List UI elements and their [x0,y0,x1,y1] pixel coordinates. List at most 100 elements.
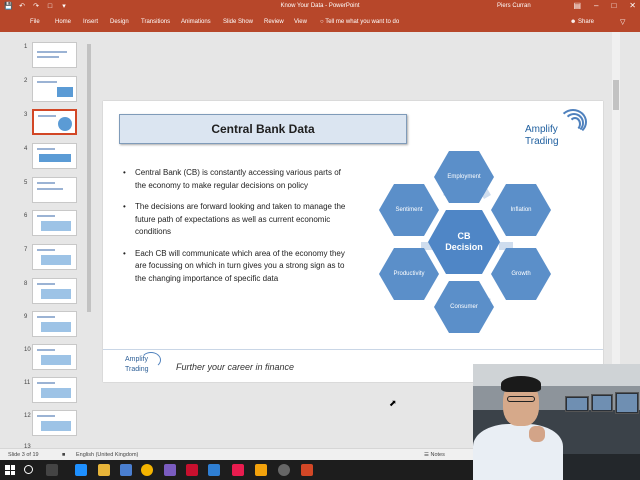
thumb-text-line [37,283,55,285]
hexagon-label: Productivity [393,271,425,277]
bullet-list[interactable]: Central Bank (CB) is constantly accessin… [123,167,353,294]
store-icon[interactable] [120,464,132,476]
bullet-item: The decisions are forward looking and ta… [123,201,353,239]
notes-button[interactable]: ☰ Notes [424,452,445,458]
minimize-icon[interactable]: – [594,1,598,10]
bullet-item: Each CB will communicate which area of t… [123,248,353,286]
notes-label: Notes [430,452,445,458]
chrome-icon[interactable] [141,464,153,476]
thumbnail-number: 3 [24,112,28,118]
app-icon[interactable] [164,464,176,476]
thumbnail-number: 4 [24,146,28,152]
logo-line1: Amplify [525,124,558,135]
search-icon[interactable] [24,465,33,474]
thumbnail-scrollbar-thumb[interactable] [87,44,91,312]
thumb-graphic [41,322,71,332]
thumb-text-line [37,249,55,251]
thumbnail-number: 1 [24,44,28,50]
app-icon[interactable] [208,464,220,476]
hexagon-cb-decision: CB Decision [428,210,500,274]
close-icon[interactable]: ✕ [629,1,636,10]
thumb-graphic [57,87,73,97]
slide-thumbnail-2[interactable] [32,76,77,102]
thumb-graphic [41,355,71,365]
slide-thumbnail-8[interactable] [32,278,77,304]
hexagon-label: Consumer [450,304,478,310]
presenter-hand [529,426,545,442]
tab-home[interactable]: Home [55,19,71,25]
slide-canvas[interactable]: Central Bank Data Amplify Trading Centra… [103,101,603,382]
cb-label-line2: Decision [445,242,483,252]
thumb-text-line [37,81,57,83]
app-icon[interactable] [186,464,198,476]
share-label: Share [577,19,594,25]
slide-thumbnail-10[interactable] [32,344,77,370]
windows-start-icon[interactable] [5,465,15,475]
tab-insert[interactable]: Insert [83,19,98,25]
thumb-text-line [37,56,59,58]
tab-file[interactable]: File [30,19,40,25]
slide-title[interactable]: Central Bank Data [119,114,407,144]
thumb-text-line [37,415,55,417]
footer-logo: Amplify Trading [125,355,148,375]
tell-me-box[interactable]: ○ Tell me what you want to do [320,19,399,25]
slide-thumbnail-6[interactable] [32,210,77,236]
mouse-cursor-icon: ⬈ [389,398,397,408]
hexagon-label: Growth [511,271,531,277]
app-icon[interactable] [232,464,244,476]
app-icon[interactable] [255,464,267,476]
user-name[interactable]: Piers Curran [497,3,531,9]
share-button[interactable]: ☻ Share [570,19,594,25]
task-view-icon[interactable] [46,464,58,476]
footer-logo-line2: Trading [125,366,149,373]
hexagon-label: Employment [447,174,481,180]
tab-slide-show[interactable]: Slide Show [223,19,253,25]
thumbnail-number: 10 [24,347,31,353]
thumb-text-line [37,382,55,384]
thumbnail-number: 6 [24,213,28,219]
bullet-item: Central Bank (CB) is constantly accessin… [123,167,353,192]
app-icon[interactable] [278,464,290,476]
cb-decision-diagram[interactable]: Employment Sentiment Inflation CB Decisio… [377,149,557,339]
file-explorer-icon[interactable] [98,464,110,476]
tab-animations[interactable]: Animations [181,19,211,25]
tab-transitions[interactable]: Transitions [141,19,170,25]
slide-thumbnail-12[interactable] [32,410,77,436]
slide-thumbnail-9[interactable] [32,311,77,337]
tab-review[interactable]: Review [264,19,284,25]
thumb-text-line [38,115,56,117]
tell-me-label: Tell me what you want to do [325,19,400,25]
language-indicator[interactable]: English (United Kingdom) [76,452,138,458]
hexagon-productivity: Productivity [379,248,439,300]
slide-thumbnail-11[interactable] [32,377,77,403]
ribbon-collapse-icon[interactable]: ▽ [620,18,625,26]
thumb-text-line [37,349,55,351]
slide-thumbnail-3[interactable] [32,109,77,135]
cb-label-line1: CB [457,231,471,241]
tab-view[interactable]: View [294,19,307,25]
title-bar: 💾 ↶ ↷ □ ▾ Know Your Data - PowerPoint Pi… [0,0,640,14]
logo-line2: Trading [525,136,559,147]
thumb-graphic [41,388,71,398]
footer-divider [103,349,603,350]
slide-thumbnail-5[interactable] [32,177,77,203]
slide-thumbnail-1[interactable] [32,42,77,68]
window-title: Know Your Data - PowerPoint [280,3,360,9]
powerpoint-icon[interactable] [301,464,313,476]
tab-design[interactable]: Design [110,19,129,25]
footer-logo-line1: Amplify [125,356,148,363]
spelling-check-icon[interactable]: ■ [62,452,65,458]
hexagon-label: Sentiment [395,207,423,213]
slide-counter: Slide 3 of 19 [8,452,39,458]
edge-icon[interactable] [75,464,87,476]
slide-thumbnail-4[interactable] [32,143,77,169]
thumb-graphic [41,255,71,265]
slide-thumbnail-7[interactable] [32,244,77,270]
ribbon-display-options-icon[interactable]: ▤ [573,1,581,10]
hexagon-growth: Growth [491,248,551,300]
footer-tagline: Further your career in finance [176,362,295,372]
maximize-icon[interactable]: □ [611,1,616,10]
canvas-scrollbar-thumb[interactable] [613,80,619,110]
thumbnail-number: 9 [24,314,28,320]
thumb-graphic [41,221,71,231]
